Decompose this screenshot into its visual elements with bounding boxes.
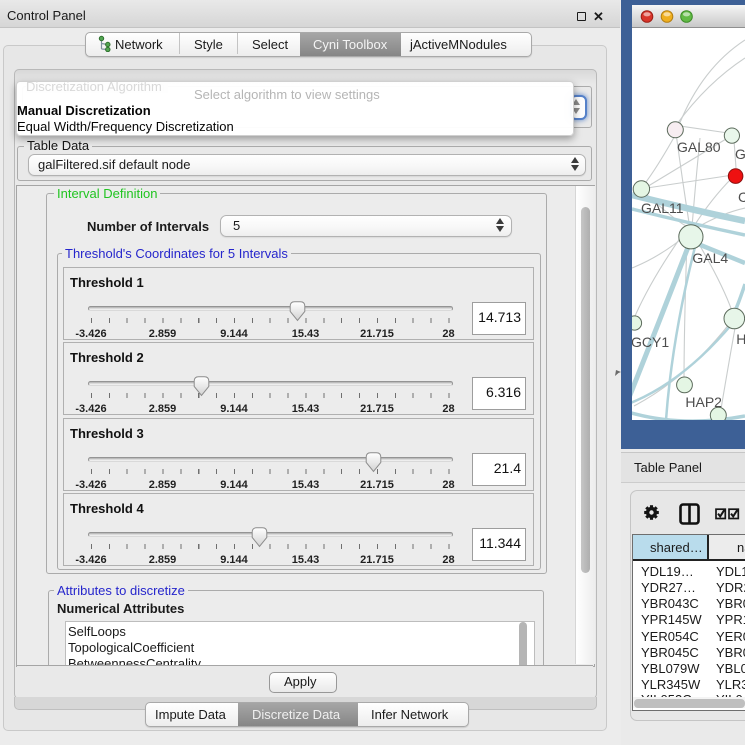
- svg-text:C: C: [738, 189, 745, 205]
- svg-text:GAL80: GAL80: [677, 139, 721, 155]
- svg-text:H: H: [736, 331, 745, 347]
- svg-text:GCY1: GCY1: [632, 334, 669, 350]
- svg-text:HAP2: HAP2: [685, 394, 722, 410]
- svg-text:GAL4: GAL4: [692, 250, 728, 266]
- svg-text:GAL11: GAL11: [641, 200, 684, 216]
- svg-text:G.: G.: [735, 146, 745, 162]
